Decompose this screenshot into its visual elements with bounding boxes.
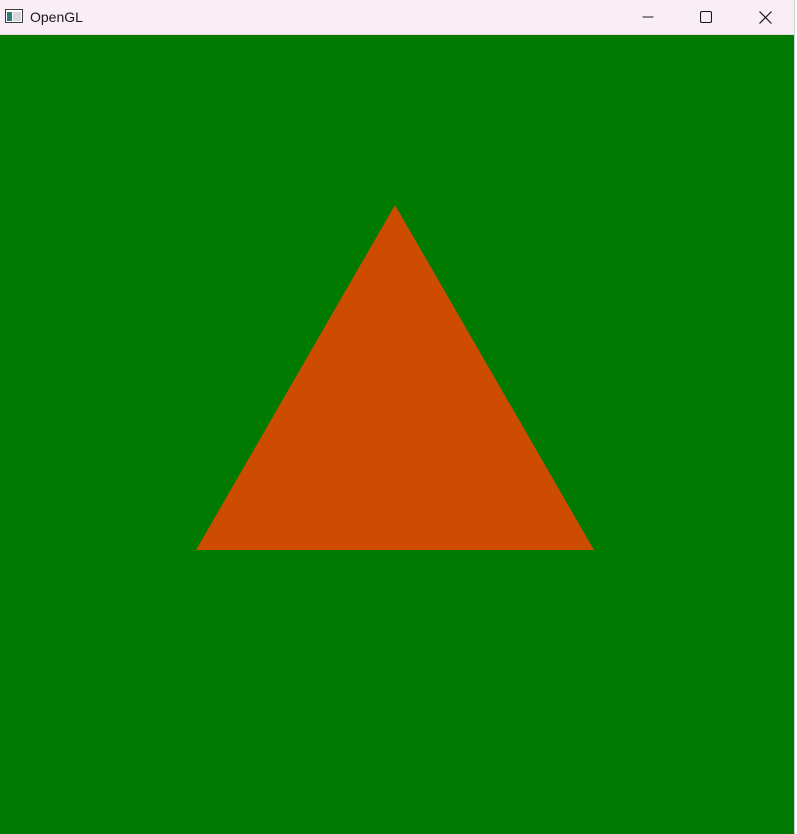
close-button[interactable]: [736, 0, 794, 34]
title-bar[interactable]: OpenGL: [0, 0, 794, 35]
window-title: OpenGL: [30, 9, 83, 25]
close-icon: [758, 10, 772, 24]
window-border-line: [794, 0, 795, 834]
maximize-icon: [700, 11, 712, 23]
render-surface: [0, 35, 794, 834]
minimize-icon: [642, 11, 654, 23]
opengl-window-icon: [5, 9, 23, 23]
opengl-render-canvas[interactable]: [0, 35, 794, 834]
opengl-window: OpenGL: [0, 0, 797, 834]
maximize-button[interactable]: [677, 0, 735, 34]
minimize-button[interactable]: [619, 0, 677, 34]
